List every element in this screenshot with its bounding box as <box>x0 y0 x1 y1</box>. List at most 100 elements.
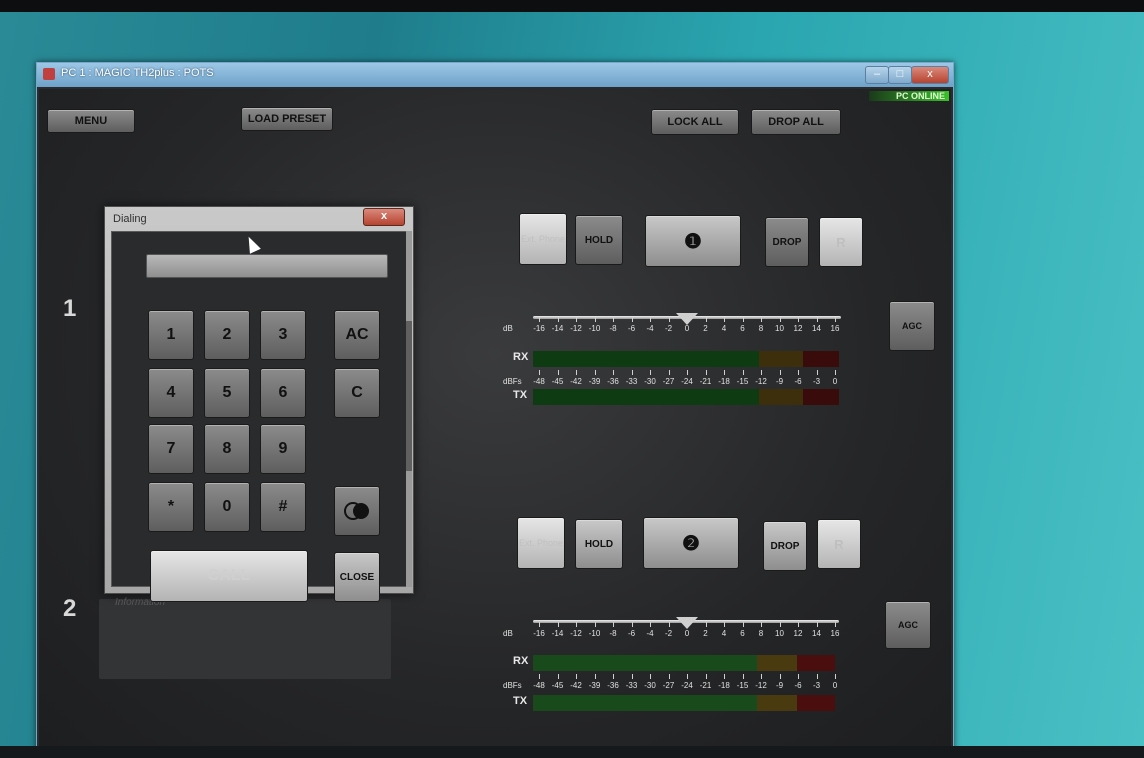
meter-scale-tick <box>594 370 596 375</box>
slider-scale-tick-label: -16 <box>533 324 545 333</box>
meter-scale-tick <box>631 674 633 679</box>
key-2[interactable]: 2 <box>204 310 250 360</box>
key-6[interactable]: 6 <box>260 368 306 418</box>
r-button-2[interactable]: R <box>817 519 861 569</box>
hold-button-1[interactable]: HOLD <box>575 215 623 265</box>
key-star[interactable]: * <box>148 482 194 532</box>
meter-scale-tick <box>650 370 651 375</box>
meter-scale-tick-label: -3 <box>812 681 821 690</box>
drop-button-1[interactable]: DROP <box>765 217 809 267</box>
slider-scale-tick-label: 12 <box>793 324 803 333</box>
toggle-circles-icon <box>344 502 369 520</box>
agc-button-2[interactable]: AGC <box>885 601 931 649</box>
meter-scale-tick <box>687 674 688 679</box>
menu-button[interactable]: MENU <box>47 109 135 133</box>
slider-scale-tick-label: 16 <box>830 629 840 638</box>
key-5[interactable]: 5 <box>204 368 250 418</box>
scrollbar-thumb[interactable] <box>406 321 412 471</box>
slider-scale-tick <box>613 622 614 627</box>
lock-all-button[interactable]: LOCK ALL <box>651 109 739 135</box>
slider-scale-tick <box>761 622 762 627</box>
ext-phone-button-2[interactable]: Ext. Phone <box>517 517 565 569</box>
drop-button-2[interactable]: DROP <box>763 521 807 571</box>
dialog-scrollbar[interactable] <box>406 231 412 587</box>
db-label-1: dB <box>503 324 513 333</box>
slider-scale-tick-label: 0 <box>684 629 690 638</box>
dial-number-field[interactable] <box>146 254 388 278</box>
key-4[interactable]: 4 <box>148 368 194 418</box>
close-button[interactable]: CLOSE <box>334 552 380 602</box>
rx-label-1: RX <box>513 351 529 363</box>
slider-scale-tick <box>576 622 577 627</box>
slider-scale-tick <box>816 317 818 322</box>
slider-scale-tick <box>724 622 725 627</box>
window-close-button[interactable]: x <box>911 66 949 84</box>
key-3[interactable]: 3 <box>260 310 306 360</box>
ext-phone-button-1[interactable]: Ext. Phone <box>519 213 567 265</box>
meter-scale-tick <box>613 370 614 375</box>
load-preset-button[interactable]: LOAD PRESET <box>241 107 333 131</box>
window-titlebar[interactable]: PC 1 : MAGIC TH2plus : POTS – □ x <box>37 63 953 87</box>
toggle-icon-button[interactable] <box>334 486 380 536</box>
meter-scale-tick <box>816 370 818 375</box>
slider-scale-tick-label: 12 <box>793 629 803 638</box>
app-icon <box>43 68 55 80</box>
meter-scale-tick-label: -15 <box>736 377 749 386</box>
meter-scale-tick-label: -21 <box>699 377 712 386</box>
meter-scale-tick <box>835 674 836 679</box>
line-button-2[interactable]: ❷ <box>643 517 739 569</box>
key-hash[interactable]: # <box>260 482 306 532</box>
slider-scale-tick-label: 14 <box>812 629 821 638</box>
slider-scale-tick-label: -6 <box>627 324 636 333</box>
key-9[interactable]: 9 <box>260 424 306 474</box>
slider-scale-tick-label: 16 <box>830 324 840 333</box>
slider-scale-tick-label: 8 <box>758 629 764 638</box>
meter-scale-tick <box>798 674 799 679</box>
ac-button[interactable]: AC <box>334 310 380 360</box>
meter-scale-tick-label: 0 <box>832 681 838 690</box>
meter-scale-tick <box>668 674 670 679</box>
key-1[interactable]: 1 <box>148 310 194 360</box>
status-badge: PC ONLINE <box>869 91 949 101</box>
meter-scale-tick-label: -21 <box>699 681 712 690</box>
line-button-1[interactable]: ❶ <box>645 215 741 267</box>
meter-scale-tick-label: -9 <box>775 377 784 386</box>
slider-scale-tick <box>668 317 670 322</box>
slider-scale-tick-label: 0 <box>684 324 690 333</box>
slider-scale-tick-label: -6 <box>627 629 636 638</box>
slider-scale-tick-label: 14 <box>812 324 821 333</box>
key-7[interactable]: 7 <box>148 424 194 474</box>
key-8[interactable]: 8 <box>204 424 250 474</box>
meter-scale-tick <box>705 674 707 679</box>
hold-button-2[interactable]: HOLD <box>575 519 623 569</box>
meter-scale-tick <box>687 370 688 375</box>
meter-scale-tick-label: -33 <box>625 681 638 690</box>
agc-button-1[interactable]: AGC <box>889 301 935 351</box>
meter-scale-tick <box>539 674 540 679</box>
tx-label-2: TX <box>513 695 528 707</box>
tx-meter-2 <box>533 695 835 711</box>
information-panel <box>99 599 391 679</box>
meter-scale-tick-label: -15 <box>736 681 749 690</box>
call-button[interactable]: CALL <box>150 550 308 602</box>
drop-all-button[interactable]: DROP ALL <box>751 109 841 135</box>
meter-scale-tick <box>705 370 707 375</box>
rx-meter-2 <box>533 655 835 671</box>
dialog-close-x-button[interactable]: x <box>363 208 405 226</box>
slider-scale-tick <box>631 622 633 627</box>
c-button[interactable]: C <box>334 368 380 418</box>
dialog-content: 1 2 3 AC 4 5 6 C 7 8 9 * 0 # CALL CLOSE <box>111 231 407 602</box>
slider-scale-tick <box>779 622 781 627</box>
tx-meter-1 <box>533 389 839 405</box>
dialog-title: Dialing <box>113 213 147 225</box>
slider-scale-tick-label: 6 <box>740 324 745 333</box>
maximize-button[interactable]: □ <box>888 66 912 84</box>
db-label-2: dB <box>503 629 513 638</box>
meter-scale-tick <box>668 370 670 375</box>
meter-scale-tick <box>779 370 781 375</box>
slider-scale-tick-label: -8 <box>609 324 617 333</box>
meter-scale-tick-label: -36 <box>607 377 619 386</box>
minimize-button[interactable]: – <box>865 66 889 84</box>
r-button-1[interactable]: R <box>819 217 863 267</box>
key-0[interactable]: 0 <box>204 482 250 532</box>
